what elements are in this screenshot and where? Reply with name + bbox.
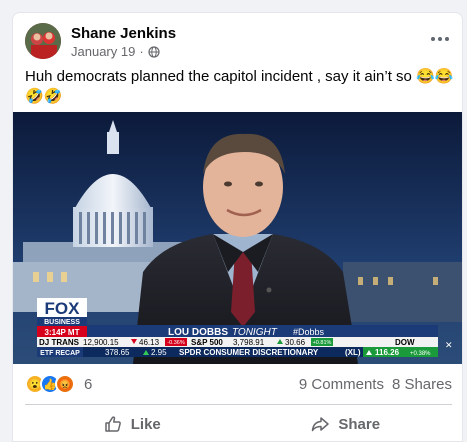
post-text: Huh democrats planned the capitol incide… (25, 68, 454, 105)
ticker-2-pct: +0.81% (313, 340, 332, 346)
globe-icon[interactable] (148, 45, 160, 58)
fox-logo-text: FOX (45, 299, 81, 318)
etf-recap-label: ETF RECAP (40, 350, 80, 357)
etf-pct: +0.38% (410, 351, 431, 357)
business-logo-text: BUSINESS (44, 319, 80, 326)
author-name[interactable]: Shane Jenkins (71, 25, 176, 42)
show-suffix: TONIGHT (232, 327, 278, 338)
ticker-3-label: DOW (395, 338, 415, 347)
ticker-2-label: S&P 500 (191, 338, 223, 347)
reaction-count[interactable]: 6 (84, 376, 92, 393)
more-options-icon[interactable] (428, 29, 452, 49)
post-actions: Like Share (25, 408, 452, 440)
post-meta: January 19 · (71, 44, 160, 59)
etf-change: 2.95 (151, 348, 167, 357)
etf-price: 116.26 (375, 348, 400, 357)
ticker-2-value: 3,798.91 (233, 338, 265, 347)
shares-count[interactable]: 8 Shares (392, 376, 452, 393)
post-stats: 9 Comments 8 Shares (299, 376, 452, 393)
close-icon[interactable]: ✕ (445, 341, 453, 351)
comments-count[interactable]: 9 Comments (299, 376, 384, 393)
ticker-1-value: 12,900.15 (83, 338, 119, 347)
ticker-1-pct: -0.36% (167, 340, 185, 346)
author-avatar[interactable] (25, 23, 61, 59)
share-label: Share (338, 415, 381, 433)
angry-reaction-icon: 😡 (55, 374, 75, 394)
ticker-2-change: 30.66 (285, 338, 306, 347)
divider (25, 404, 452, 405)
time-text: 3:14P MT (45, 328, 80, 337)
meta-separator: · (139, 44, 144, 59)
show-name: LOU DOBBS (168, 327, 228, 338)
thumbs-up-icon (104, 416, 121, 432)
reactions-bar: 😮 👍 😡 6 9 Comments 8 Shares (25, 374, 452, 394)
post-header: Shane Jenkins January 19 · (25, 23, 452, 63)
post-card: Shane Jenkins January 19 · Huh democrats… (12, 12, 463, 442)
etf-value: 378.65 (105, 348, 130, 357)
ticker-1-label: DJ TRANS (39, 338, 80, 347)
like-button[interactable]: Like (25, 408, 239, 440)
post-video-frame[interactable]: FOX BUSINESS 3:14P MT LOU DOBBS TONIGHT … (13, 112, 462, 364)
share-button[interactable]: Share (239, 408, 453, 440)
post-date[interactable]: January 19 (71, 44, 135, 59)
etf-suffix: (XL) (345, 348, 361, 357)
tv-scene: FOX BUSINESS 3:14P MT LOU DOBBS TONIGHT … (13, 112, 462, 364)
reaction-icons[interactable]: 😮 👍 😡 (25, 374, 75, 394)
show-hashtag: #Dobbs (293, 327, 325, 337)
share-arrow-icon (312, 417, 330, 432)
ticker-1-change: 46.13 (139, 338, 160, 347)
like-label: Like (130, 415, 161, 433)
etf-name: SPDR CONSUMER DISCRETIONARY (179, 348, 319, 357)
